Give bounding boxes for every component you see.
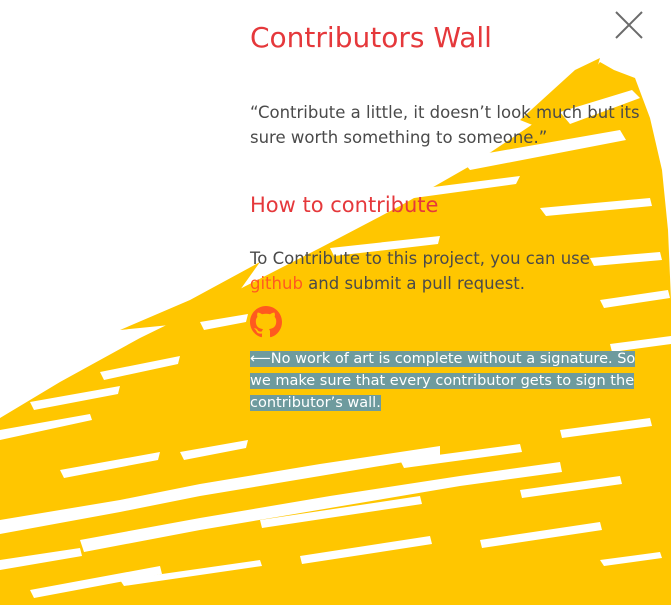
github-link[interactable]: github — [250, 274, 303, 293]
close-icon[interactable] — [612, 8, 646, 42]
how-to-contribute-heading: How to contribute — [250, 193, 439, 217]
page-title: Contributors Wall — [250, 21, 492, 54]
left-arrow-icon: ⟵ — [250, 351, 271, 367]
signature-note-text: No work of art is complete without a sig… — [250, 351, 636, 411]
signature-note: ⟵No work of art is complete without a si… — [250, 348, 642, 414]
signature-note-highlight: ⟵No work of art is complete without a si… — [250, 351, 636, 411]
how-to-contribute-text: To Contribute to this project, you can u… — [250, 246, 630, 296]
quote-text: “Contribute a little, it doesn’t look mu… — [250, 103, 640, 147]
how-to-text-after: and submit a pull request. — [308, 274, 526, 293]
contributors-panel: Contributors Wall “Contribute a little, … — [250, 20, 650, 414]
github-icon[interactable] — [250, 306, 282, 338]
how-to-text-before: To Contribute to this project, you can u… — [250, 249, 590, 268]
